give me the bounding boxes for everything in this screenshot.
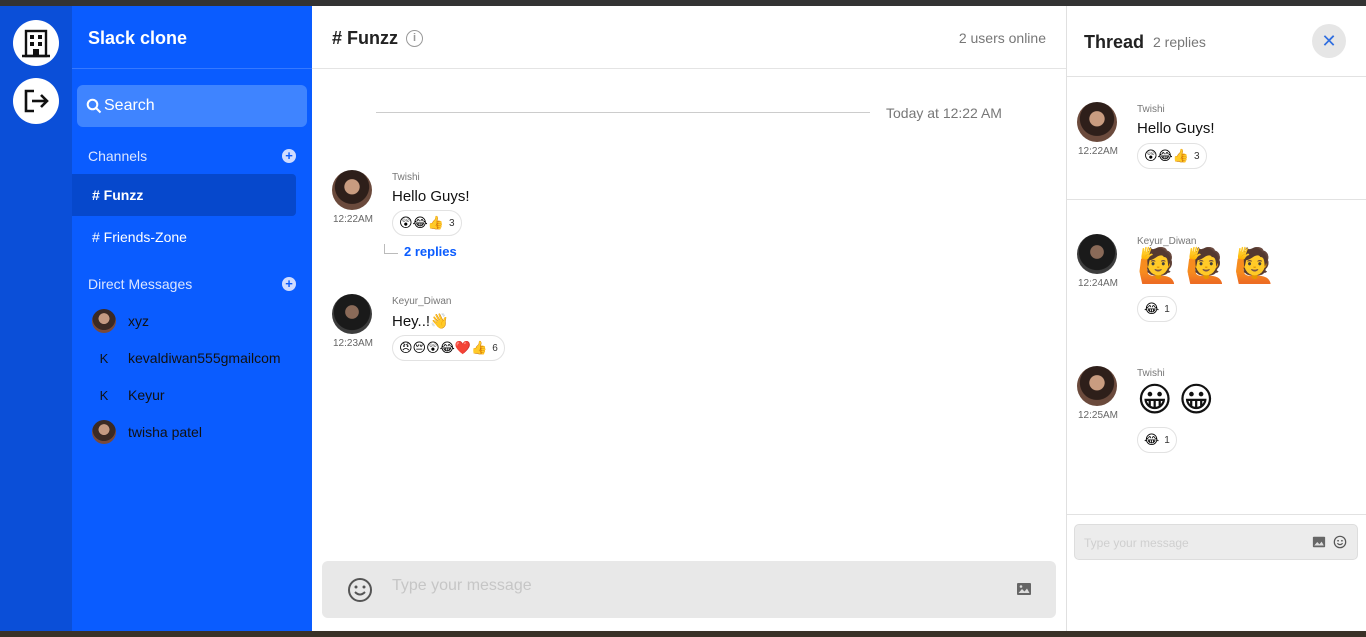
- channels-label: Channels: [88, 148, 148, 164]
- message-text: 😀😀: [1137, 381, 1220, 419]
- window-bottom-strip: [0, 631, 1366, 637]
- avatar-initial: K: [99, 387, 109, 403]
- thread-divider: [1067, 76, 1366, 77]
- reaction-bar[interactable]: 😂 1: [1137, 296, 1177, 322]
- message-text: 🙋🙋🙋: [1137, 247, 1283, 285]
- message-text: Hello Guys!: [1137, 120, 1215, 137]
- image-upload-icon[interactable]: [1312, 535, 1326, 549]
- message-text: Hey..!👋: [392, 313, 449, 330]
- message-item: 12:23AM Keyur_Diwan Hey..!👋 😠😔😲😂❤️👍 6: [332, 294, 1052, 374]
- message-input[interactable]: Type your message: [392, 577, 532, 595]
- channel-label: # Friends-Zone: [92, 229, 187, 245]
- message-time: 12:22AM: [1077, 146, 1119, 157]
- replies-label: 2 replies: [404, 244, 457, 259]
- message-time: 12:23AM: [332, 338, 374, 349]
- replies-link[interactable]: 2 replies: [384, 243, 457, 259]
- sidebar-divider: [72, 68, 312, 69]
- dm-name: twisha patel: [128, 424, 202, 440]
- dm-item-twisha[interactable]: twisha patel: [92, 419, 202, 445]
- thread-message-input[interactable]: Type your message: [1084, 536, 1189, 550]
- thread-divider: [1067, 199, 1366, 200]
- add-channel-icon[interactable]: +: [282, 149, 296, 163]
- image-upload-icon[interactable]: [1016, 581, 1032, 597]
- thread-panel: Thread 2 replies ✕ 12:22AM Twishi Hello …: [1066, 6, 1366, 631]
- reaction-bar[interactable]: 😲😂👍 3: [392, 210, 462, 236]
- message-composer[interactable]: Type your message: [322, 561, 1056, 618]
- sidebar: Slack clone Search Channels + # Funzz # …: [72, 6, 312, 631]
- reaction-emojis: 😲😂👍: [399, 215, 444, 230]
- dm-item-keyur[interactable]: K Keyur: [92, 382, 165, 408]
- avatar[interactable]: [332, 294, 372, 334]
- emoji-picker-icon[interactable]: [347, 577, 373, 603]
- message-user[interactable]: Twishi: [1137, 368, 1165, 379]
- dm-header: Direct Messages +: [88, 276, 296, 292]
- reply-elbow-icon: [384, 243, 398, 254]
- date-divider: [376, 112, 870, 113]
- message-user[interactable]: Keyur_Diwan: [392, 296, 451, 307]
- search-icon: [86, 98, 102, 114]
- reaction-bar[interactable]: 😂 1: [1137, 427, 1177, 453]
- avatar[interactable]: [1077, 102, 1117, 142]
- dm-label: Direct Messages: [88, 276, 193, 292]
- channel-item-friends-zone[interactable]: # Friends-Zone: [72, 216, 296, 258]
- reaction-emojis: 😠😔😲😂❤️👍: [399, 340, 488, 355]
- message-text: Hello Guys!: [392, 188, 470, 205]
- date-separator: Today at 12:22 AM: [886, 105, 1002, 121]
- info-icon[interactable]: i: [406, 30, 423, 47]
- add-dm-icon[interactable]: +: [282, 277, 296, 291]
- reaction-bar[interactable]: 😠😔😲😂❤️👍 6: [392, 335, 505, 361]
- workspace-rail: [0, 6, 72, 631]
- thread-composer[interactable]: Type your message: [1074, 524, 1358, 560]
- search-input[interactable]: Search: [77, 85, 307, 127]
- dm-name: kevaldiwan555gmailcom: [128, 350, 281, 366]
- channel-header: # Funzz i 2 users online: [312, 6, 1066, 69]
- dm-name: Keyur: [128, 387, 165, 403]
- message-time: 12:24AM: [1077, 278, 1119, 289]
- reaction-count: 6: [492, 342, 498, 354]
- app-title: Slack clone: [88, 28, 188, 48]
- online-count: 2 users online: [958, 30, 1046, 46]
- channel-label: # Funzz: [92, 187, 144, 203]
- reaction-emojis: 😂: [1144, 301, 1160, 316]
- avatar-initial: K: [99, 350, 109, 366]
- avatar: [92, 420, 116, 444]
- thread-message: 12:24AM Keyur_Diwan 🙋🙋🙋 😂 1: [1077, 234, 1357, 324]
- logout-icon: [24, 89, 49, 113]
- message-user[interactable]: Twishi: [392, 172, 420, 183]
- reaction-bar[interactable]: 😲😂👍 3: [1137, 143, 1207, 169]
- logout-button[interactable]: [13, 78, 59, 124]
- message-time: 12:22AM: [332, 214, 374, 225]
- thread-message: 12:22AM Twishi Hello Guys! 😲😂👍 3: [1077, 102, 1357, 172]
- dm-item-kevaldiwan[interactable]: K kevaldiwan555gmailcom: [92, 345, 281, 371]
- channels-header: Channels +: [88, 148, 296, 164]
- avatar[interactable]: [1077, 234, 1117, 274]
- workspace-button[interactable]: [13, 20, 59, 66]
- message-item: 12:22AM Twishi Hello Guys! 😲😂👍 3 2 repli…: [332, 170, 1052, 270]
- reaction-count: 3: [1193, 150, 1200, 162]
- building-icon: [22, 29, 50, 58]
- channel-item-funzz[interactable]: # Funzz: [72, 174, 296, 216]
- avatar[interactable]: [1077, 366, 1117, 406]
- message-user[interactable]: Twishi: [1137, 104, 1165, 115]
- channel-view: # Funzz i 2 users online Today at 12:22 …: [312, 6, 1066, 631]
- reaction-count: 1: [1164, 434, 1170, 446]
- thread-message: 12:25AM Twishi 😀😀 😂 1: [1077, 366, 1357, 456]
- reaction-count: 3: [448, 217, 455, 229]
- reaction-emojis: 😂: [1144, 432, 1160, 447]
- thread-divider: [1067, 514, 1366, 515]
- channel-title-text: # Funzz: [332, 28, 398, 48]
- thread-reply-count: 2 replies: [1153, 34, 1206, 50]
- channel-title: # Funzz i: [332, 28, 423, 49]
- avatar[interactable]: [332, 170, 372, 210]
- search-placeholder: Search: [104, 97, 155, 114]
- avatar: [92, 309, 116, 333]
- emoji-picker-icon[interactable]: [1333, 535, 1347, 549]
- reaction-emojis: 😲😂👍: [1144, 148, 1189, 163]
- dm-item-xyz[interactable]: xyz: [92, 308, 149, 334]
- message-time: 12:25AM: [1077, 410, 1119, 421]
- reaction-count: 1: [1164, 303, 1170, 315]
- dm-name: xyz: [128, 313, 149, 329]
- thread-title: Thread: [1084, 32, 1145, 52]
- close-icon[interactable]: ✕: [1312, 24, 1346, 58]
